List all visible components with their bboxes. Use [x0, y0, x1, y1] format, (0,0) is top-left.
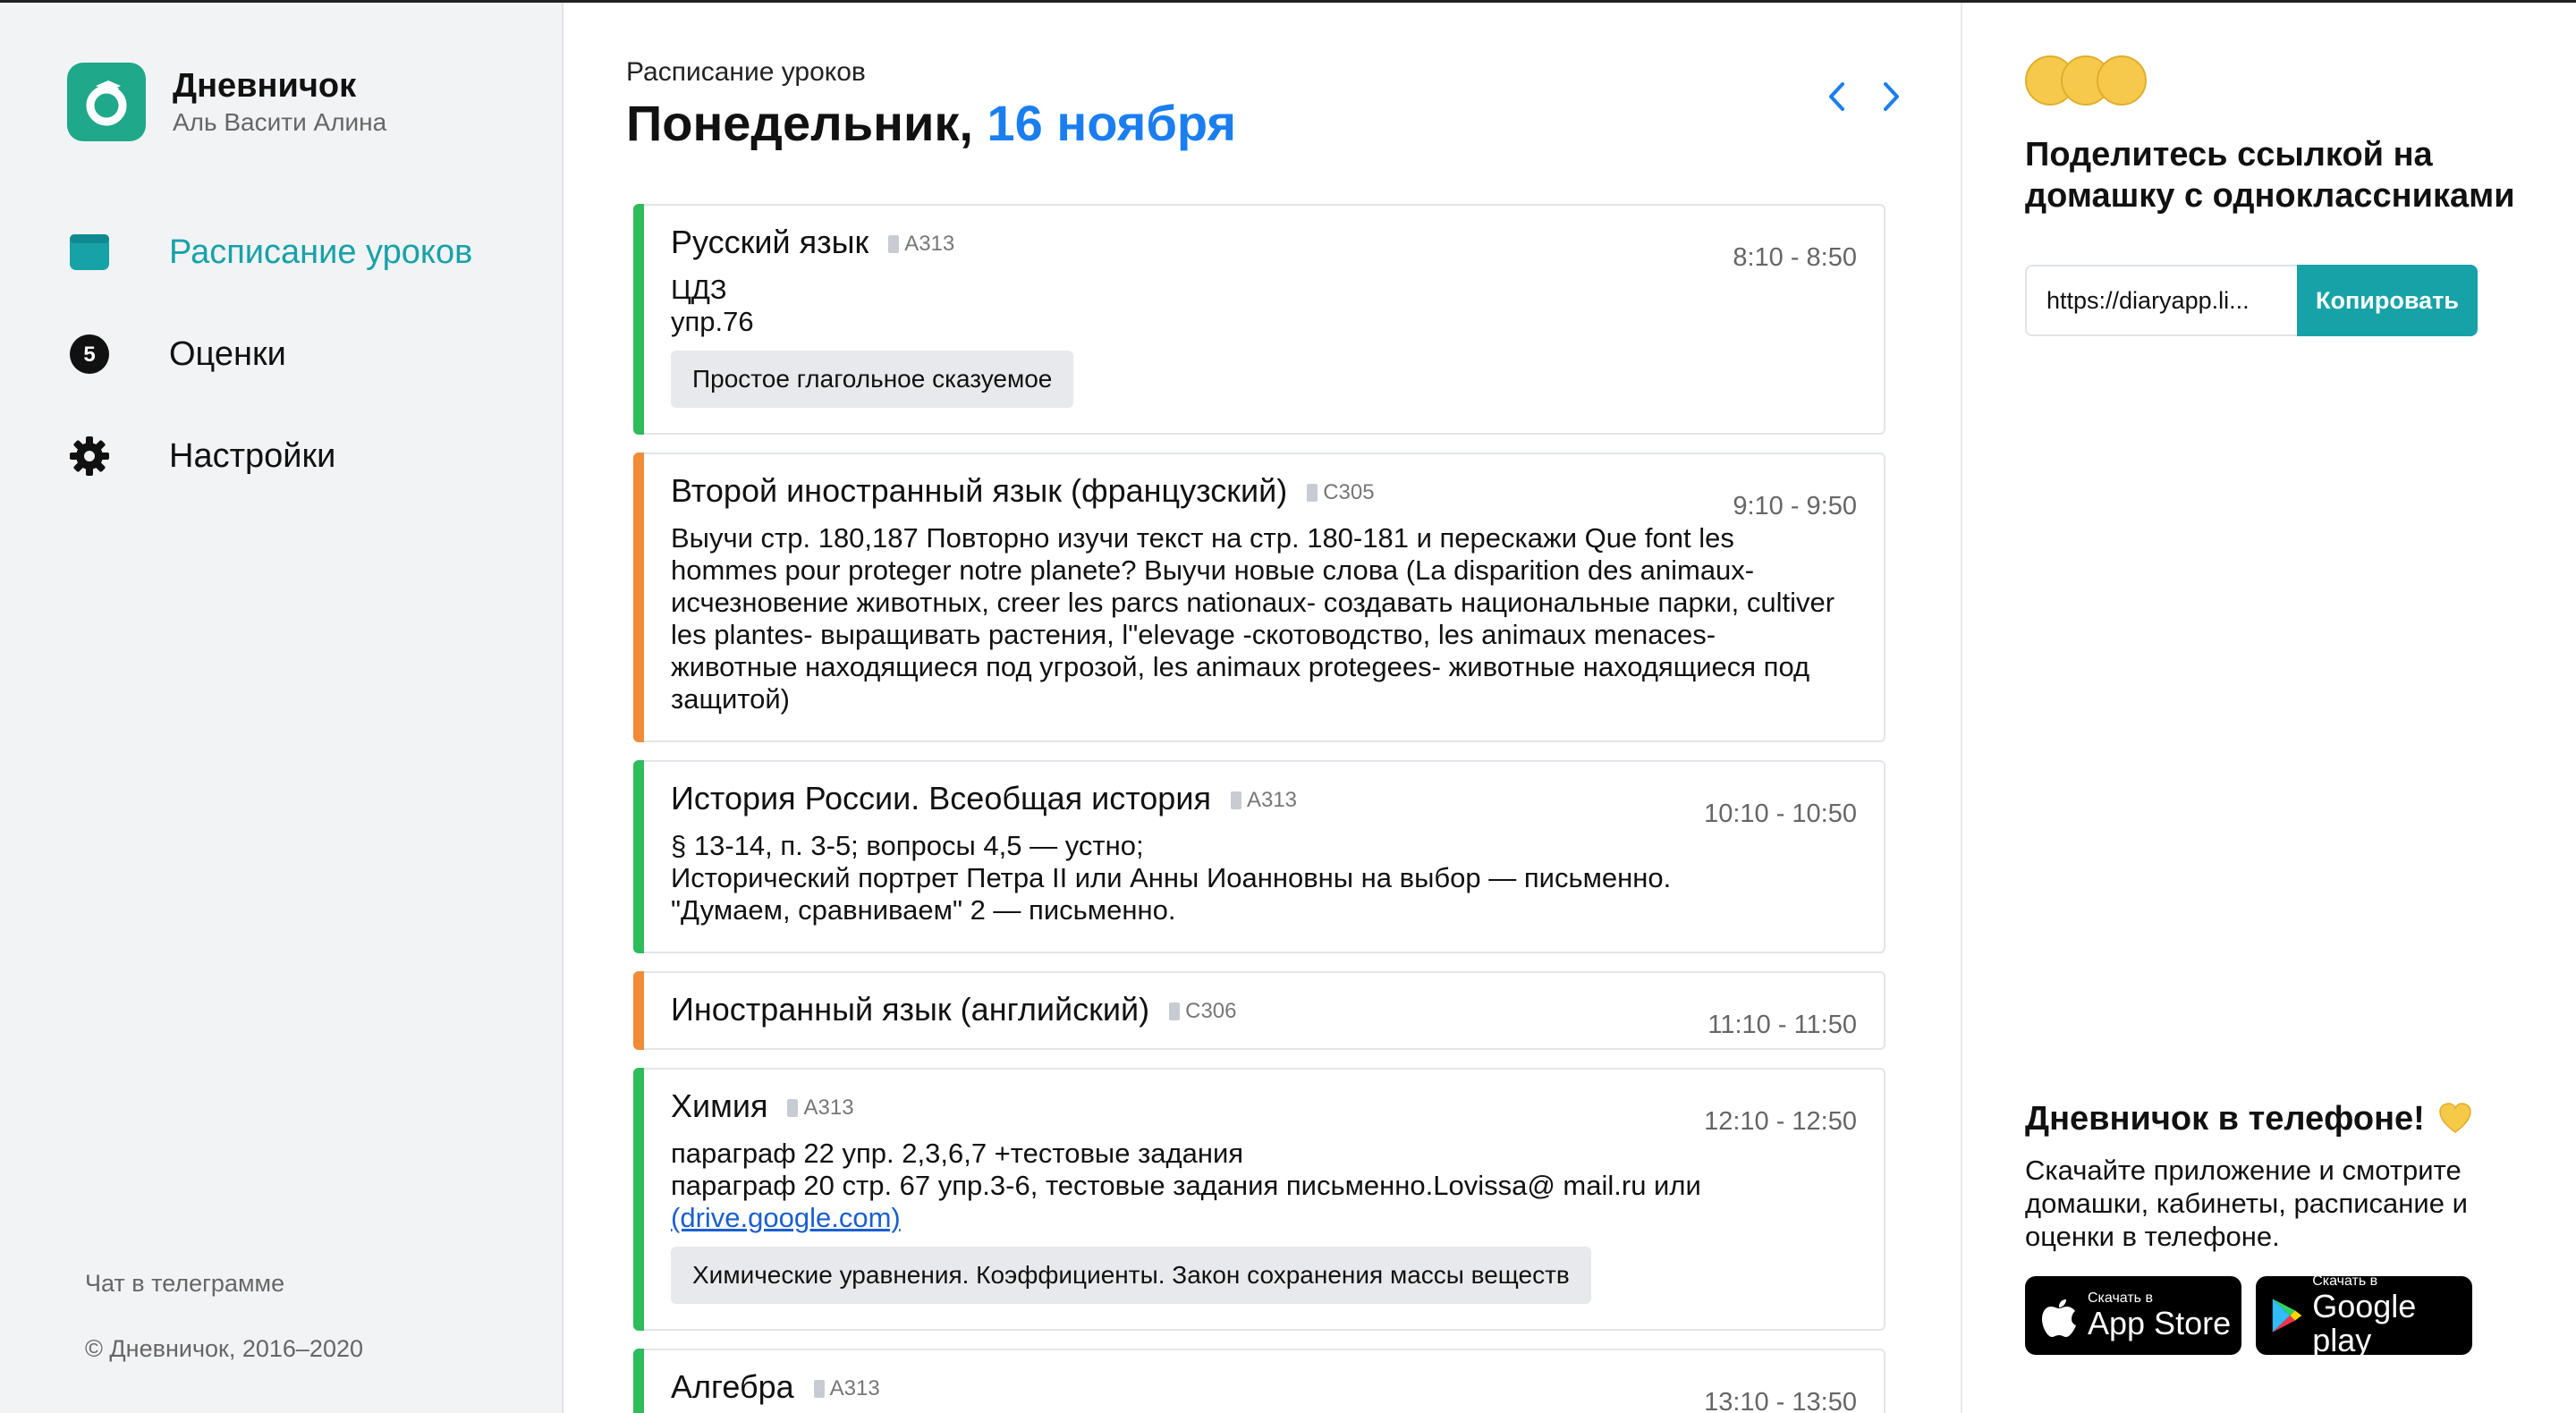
lesson-card[interactable]: Русский язык А313 8:10 - 8:50 ЦДЗ упр.76… [633, 204, 1885, 435]
lesson-room: А313 [1230, 788, 1297, 813]
lesson-card[interactable]: Второй иностранный язык (французский) С3… [633, 453, 1885, 742]
copy-button[interactable]: Копировать [2297, 265, 2478, 336]
sidebar-nav: Расписание уроков 5 Оценки Настройки [67, 224, 472, 529]
share-title: Поделитесь ссылкой на домашку с одноклас… [2025, 136, 2515, 215]
lesson-card[interactable]: Алгебра А313 13:10 - 13:50 [633, 1349, 1885, 1413]
promo-title: Дневничок в телефоне! [2025, 1098, 2526, 1139]
day-name: Понедельник, [626, 95, 973, 151]
door-icon [1230, 791, 1241, 809]
share-link-input[interactable] [2025, 265, 2297, 336]
lesson-room: С305 [1307, 480, 1375, 505]
lesson-room: С306 [1169, 999, 1236, 1024]
sidebar-item-label: Настройки [169, 436, 336, 475]
apple-icon [2042, 1299, 2076, 1337]
door-icon [888, 235, 900, 253]
app-store-button[interactable]: Скачать в App Store [2025, 1276, 2241, 1355]
lesson-time: 8:10 - 8:50 [1733, 243, 1857, 272]
store-buttons: Скачать в App Store Скачать в Google pla… [2025, 1273, 2526, 1358]
copyright: © Дневничок, 2016–2020 [85, 1335, 363, 1362]
next-day-button[interactable] [1873, 79, 1909, 114]
lesson-homework: § 13-14, п. 3-5; вопросы 4,5 — устно; Ис… [671, 830, 1672, 926]
app: Дневничок Аль Васити Алина Расписание ур… [0, 0, 2576, 1413]
google-play-button[interactable]: Скачать в Google play [2256, 1273, 2472, 1358]
lesson-time: 12:10 - 12:50 [1704, 1107, 1857, 1136]
app-store-label: App Store [2088, 1305, 2232, 1341]
date-label: 16 ноября [987, 95, 1237, 151]
mobile-promo: Дневничок в телефоне! Скачайте приложени… [2025, 1098, 2526, 1358]
lesson-room: А313 [888, 232, 954, 257]
sidebar-item-label: Оценки [169, 334, 286, 373]
lesson-room: А313 [787, 1096, 854, 1121]
heart-icon [2439, 1103, 2471, 1133]
lesson-card[interactable]: История России. Всеобщая история А313 10… [633, 760, 1885, 953]
room-number: С305 [1323, 480, 1375, 504]
day-navigation [1819, 79, 1909, 114]
lesson-homework: параграф 22 упр. 2,3,6,7 +тестовые задан… [671, 1138, 1701, 1201]
share-link-box: Копировать [2025, 265, 2478, 336]
prev-day-button[interactable] [1819, 79, 1855, 114]
sidebar-footer: Чат в телеграмме © Дневничок, 2016–2020 [85, 1270, 363, 1363]
homework-link[interactable]: (drive.google.com) [671, 1202, 901, 1234]
door-icon [787, 1099, 799, 1117]
app-logo-icon [67, 63, 146, 141]
lesson-subject: Второй иностранный язык (французский) [671, 472, 1288, 509]
room-number: С306 [1185, 999, 1237, 1023]
promo-title-text: Дневничок в телефоне! [2025, 1100, 2425, 1138]
lesson-homework: ЦДЗ упр.76 [671, 274, 754, 337]
door-icon [1169, 1003, 1181, 1020]
lesson-topic: Химические уравнения. Коэффициенты. Зако… [671, 1247, 1591, 1304]
top-border [0, 0, 2576, 3]
sidebar: Дневничок Аль Васити Алина Расписание ур… [0, 0, 564, 1413]
room-number: А313 [803, 1096, 854, 1120]
room-number: А313 [904, 232, 955, 256]
room-number: А313 [829, 1376, 880, 1400]
door-icon [813, 1380, 825, 1398]
gear-icon [67, 434, 112, 478]
lesson-subject: История России. Всеобщая история [671, 780, 1211, 816]
sidebar-item-label: Расписание уроков [169, 233, 473, 271]
door-icon [1307, 484, 1318, 502]
sidebar-item-schedule[interactable]: Расписание уроков [67, 224, 472, 281]
sidebar-item-settings[interactable]: Настройки [67, 427, 472, 485]
chevron-right-icon [1884, 82, 1899, 111]
lesson-subject: Химия [671, 1087, 768, 1124]
lesson-time: 13:10 - 13:50 [1704, 1388, 1857, 1413]
lesson-card[interactable]: Химия А313 12:10 - 12:50 параграф 22 упр… [633, 1068, 1885, 1331]
grade-badge-number: 5 [83, 343, 95, 367]
brand-title: Дневничок [173, 67, 357, 105]
google-play-icon [2272, 1299, 2302, 1333]
lesson-time: 10:10 - 10:50 [1704, 800, 1857, 828]
lesson-card[interactable]: Иностранный язык (английский) С306 11:10… [633, 971, 1885, 1050]
lesson-topic: Простое глагольное сказуемое [671, 351, 1074, 408]
schedule-header: Расписание уроков Понедельник, 16 ноября [626, 55, 1236, 154]
user-name: Аль Васити Алина [173, 108, 387, 136]
right-panel: Поделитесь ссылкой на домашку с одноклас… [1961, 0, 2576, 1413]
classmates-emoji-icon [2025, 55, 2150, 109]
room-number: А313 [1246, 788, 1297, 812]
lesson-homework: Выучи стр. 180,187 Повторно изучи текст … [671, 522, 1835, 715]
chevron-left-icon [1829, 82, 1844, 111]
promo-text: Скачайте приложение и смотрите домашки, … [2025, 1155, 2468, 1252]
grade-badge-icon: 5 [67, 332, 112, 377]
lesson-subject: Иностранный язык (английский) [671, 991, 1150, 1028]
lesson-subject: Русский язык [671, 224, 869, 260]
sidebar-item-grades[interactable]: 5 Оценки [67, 326, 472, 383]
telegram-chat-link[interactable]: Чат в телеграмме [85, 1270, 363, 1298]
page-subtitle: Расписание уроков [626, 57, 866, 87]
lesson-room: А313 [813, 1376, 880, 1401]
lesson-time: 9:10 - 9:50 [1733, 492, 1857, 520]
page-title: Понедельник, 16 ноября [626, 93, 1236, 154]
brand: Дневничок Аль Васити Алина [67, 63, 386, 141]
lesson-subject: Алгебра [671, 1368, 794, 1405]
google-play-label: Google play [2312, 1288, 2417, 1358]
lesson-time: 11:10 - 11:50 [1707, 1011, 1857, 1039]
lesson-list: Русский язык А313 8:10 - 8:50 ЦДЗ упр.76… [633, 204, 1885, 1413]
schedule-main: Расписание уроков Понедельник, 16 ноября [565, 0, 1959, 1413]
calendar-icon [67, 230, 112, 275]
